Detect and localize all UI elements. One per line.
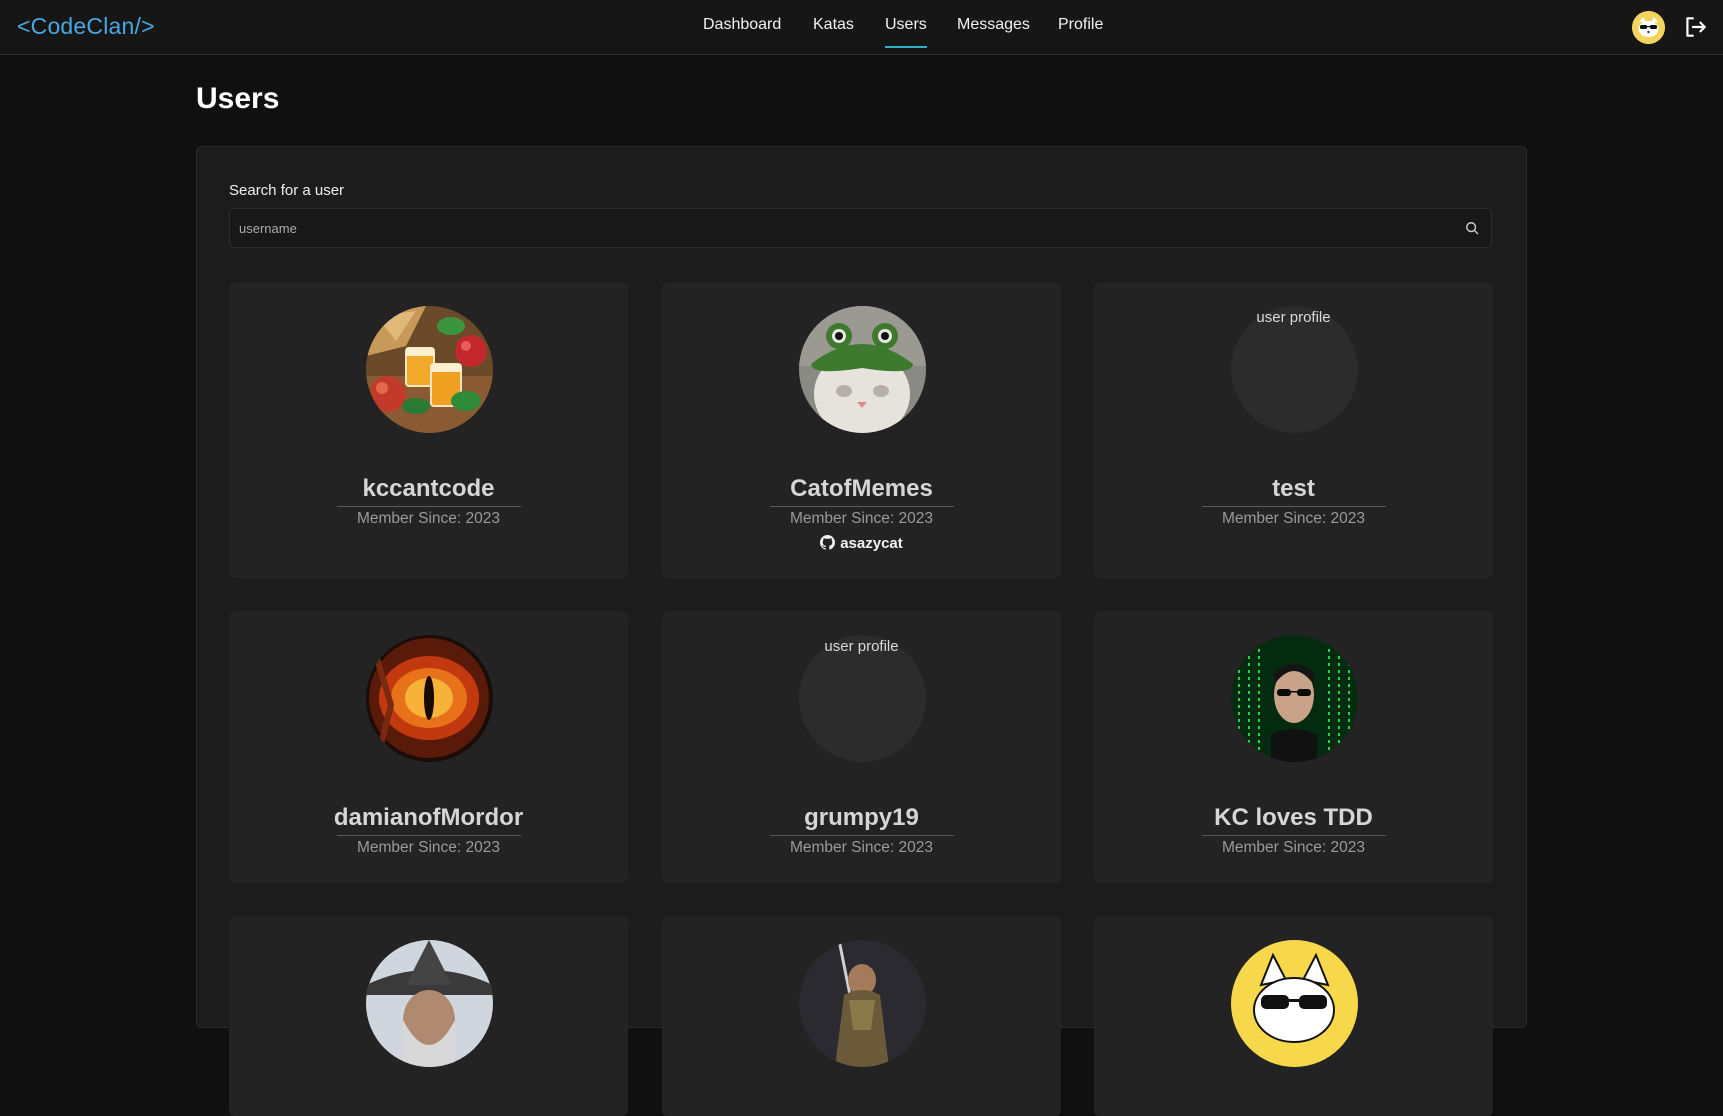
nav-links: Dashboard Katas Users Messages Profile xyxy=(0,0,1723,54)
username-underline xyxy=(1202,506,1386,507)
user-card[interactable]: user profile grumpy19 Member Since: 2023 xyxy=(662,611,1061,883)
username-underline xyxy=(770,835,954,836)
username[interactable]: kccantcode xyxy=(229,475,628,503)
username-underline xyxy=(1202,835,1386,836)
username-underline xyxy=(337,835,521,836)
username[interactable]: grumpy19 xyxy=(662,804,1061,832)
search-box xyxy=(229,208,1492,248)
user-card[interactable] xyxy=(1094,916,1493,1116)
nav-katas[interactable]: Katas xyxy=(813,16,854,34)
user-card[interactable]: CatofMemes Member Since: 2023 asazycat xyxy=(662,282,1061,578)
user-card[interactable] xyxy=(662,916,1061,1116)
member-since: Member Since: 2023 xyxy=(1221,839,1366,856)
page-title: Users xyxy=(196,82,280,115)
username-underline xyxy=(770,506,954,507)
avatar xyxy=(366,306,493,433)
member-since: Member Since: 2023 xyxy=(356,510,501,527)
user-card[interactable] xyxy=(229,916,628,1116)
avatar xyxy=(1231,635,1358,762)
member-since: Member Since: 2023 xyxy=(789,839,934,856)
github-icon xyxy=(820,535,836,550)
github-username[interactable]: asazycat xyxy=(840,535,903,552)
username[interactable]: CatofMemes xyxy=(662,475,1061,503)
search-icon[interactable] xyxy=(1465,221,1479,235)
avatar xyxy=(799,306,926,433)
user-avatar[interactable] xyxy=(1632,11,1665,44)
avatar xyxy=(366,635,493,762)
search-input[interactable] xyxy=(230,209,1440,247)
username-underline xyxy=(337,506,521,507)
nav-users[interactable]: Users xyxy=(885,16,927,48)
nav-dashboard[interactable]: Dashboard xyxy=(703,16,781,34)
nav-messages[interactable]: Messages xyxy=(957,16,1030,34)
user-card[interactable]: damianofMordor Member Since: 2023 xyxy=(229,611,628,883)
avatar xyxy=(1231,940,1358,1067)
username[interactable]: test xyxy=(1094,475,1493,503)
username[interactable]: KC loves TDD xyxy=(1094,804,1493,832)
member-since: Member Since: 2023 xyxy=(1221,510,1366,527)
avatar-alt-text: user profile xyxy=(824,638,899,655)
member-since: Member Since: 2023 xyxy=(789,510,934,527)
avatar-alt-text: user profile xyxy=(1256,309,1331,326)
username[interactable]: damianofMordor xyxy=(229,804,628,832)
user-card[interactable]: user profile test Member Since: 2023 xyxy=(1094,282,1493,578)
member-since: Member Since: 2023 xyxy=(356,839,501,856)
nav-profile[interactable]: Profile xyxy=(1058,16,1103,34)
github-link[interactable]: asazycat xyxy=(662,535,1061,552)
user-card[interactable]: KC loves TDD Member Since: 2023 xyxy=(1094,611,1493,883)
avatar xyxy=(799,940,926,1067)
logout-icon[interactable] xyxy=(1682,14,1708,40)
top-navbar: <CodeClan/> Dashboard Katas Users Messag… xyxy=(0,0,1723,55)
avatar xyxy=(366,940,493,1067)
user-card[interactable]: kccantcode Member Since: 2023 xyxy=(229,282,628,578)
users-panel: Search for a user kc xyxy=(196,146,1527,1116)
search-label: Search for a user xyxy=(229,182,345,199)
